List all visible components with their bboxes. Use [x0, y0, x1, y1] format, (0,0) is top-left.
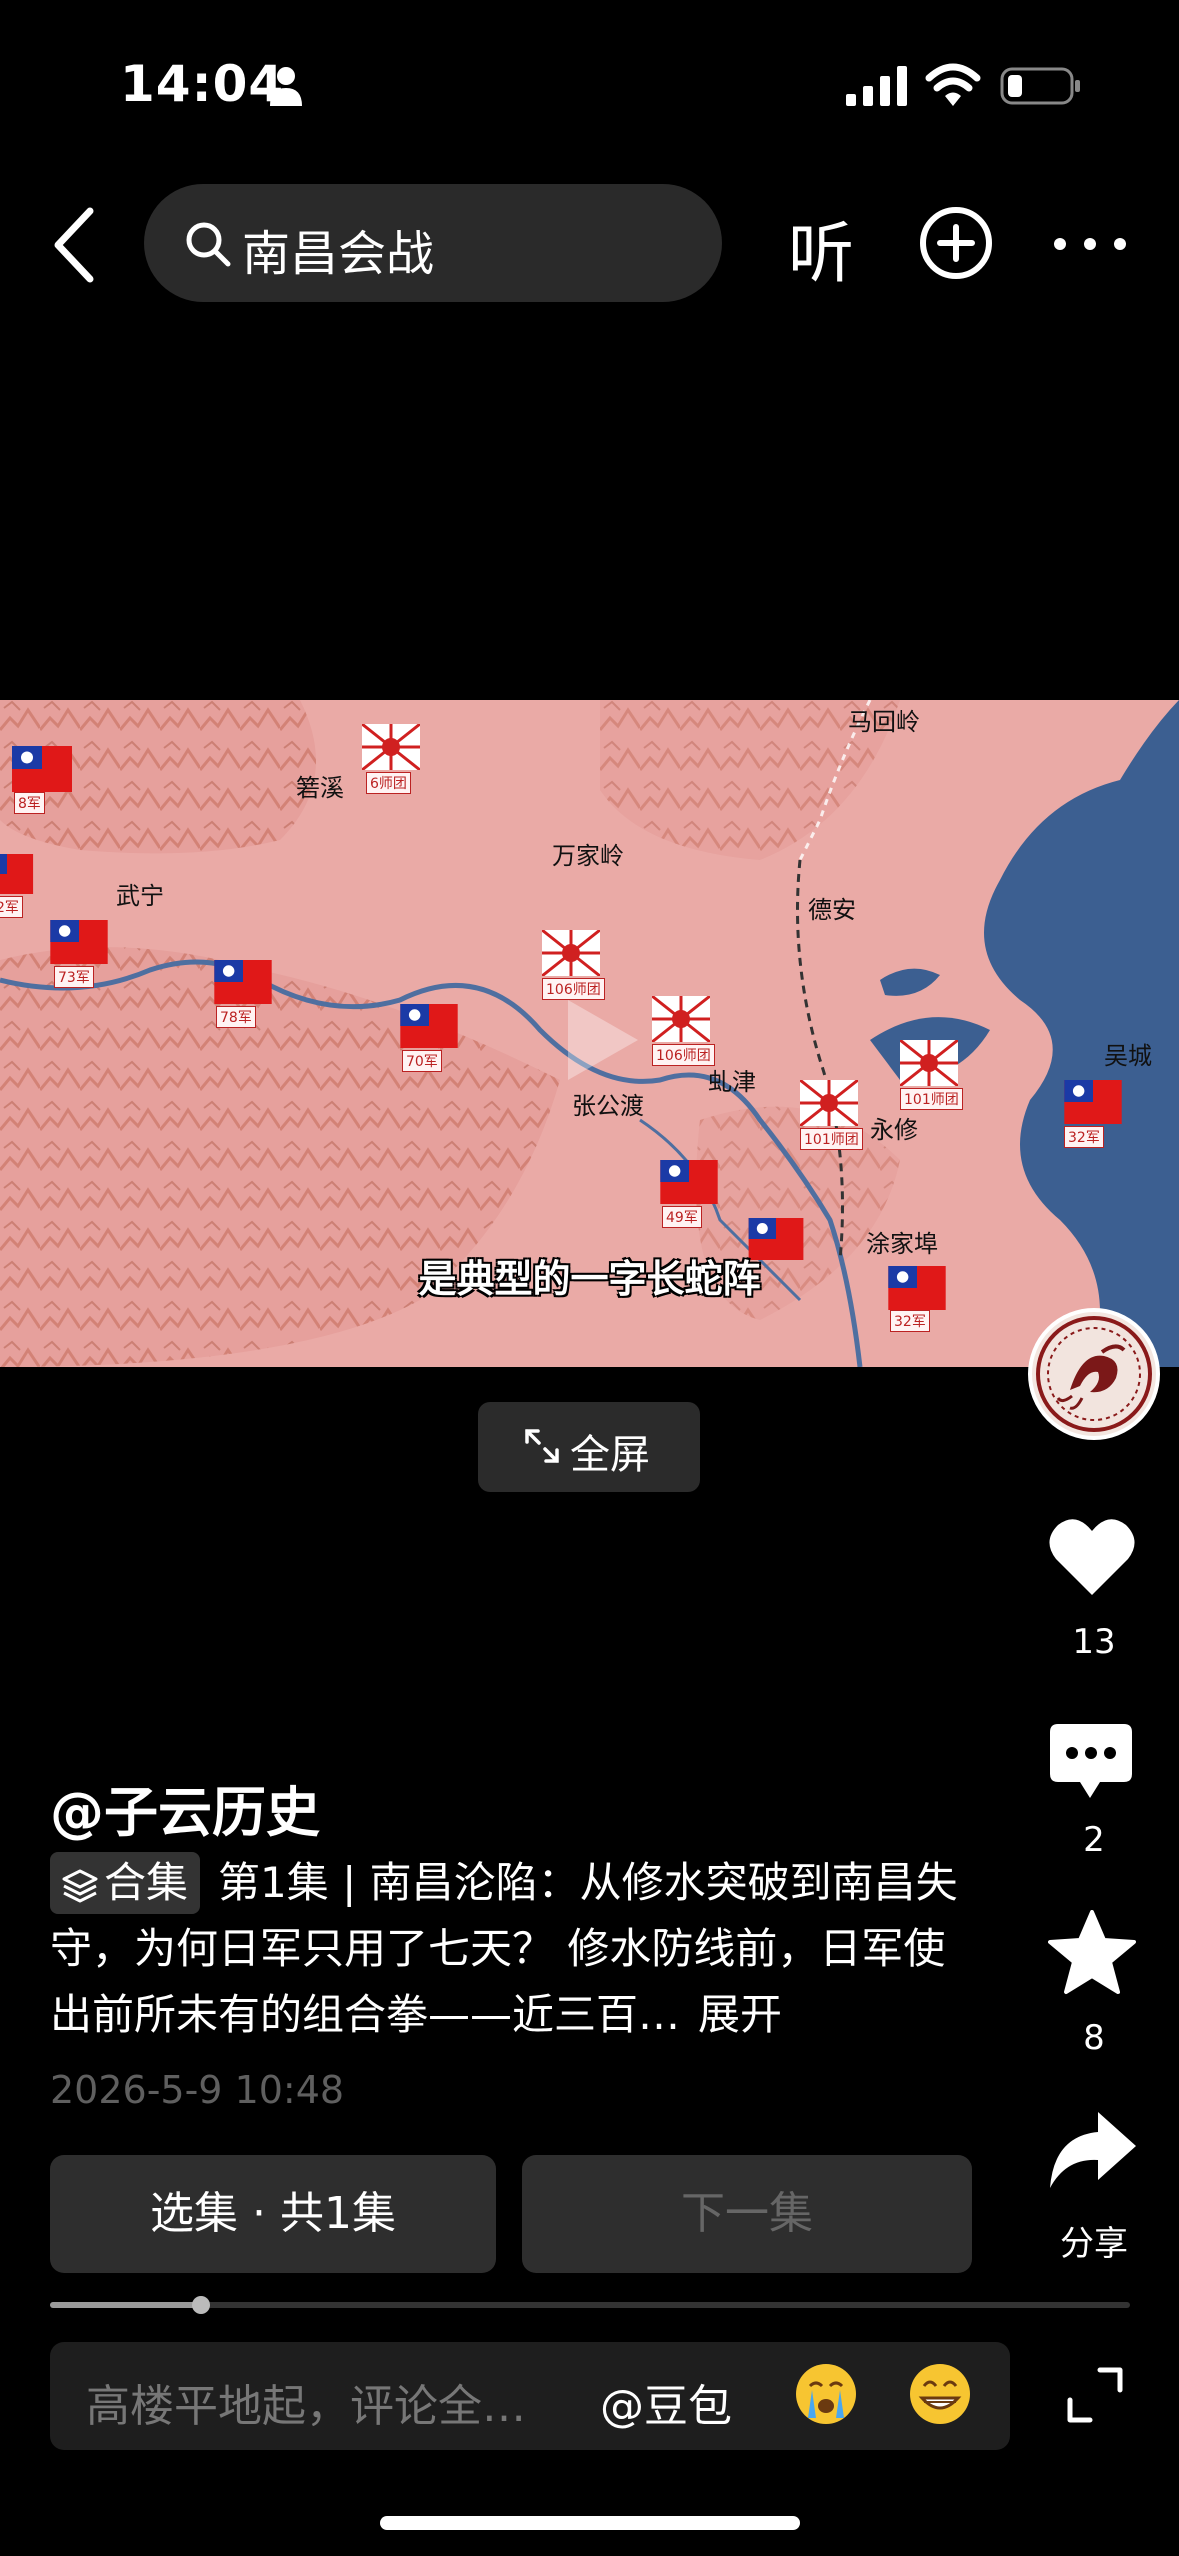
- playback-progress-fill: [50, 2302, 202, 2308]
- post-description[interactable]: 合集 第1集 | 南昌沦陷：从修水突破到南昌失守，为何日军只用了七天？ 修水防线前…: [50, 1850, 970, 2048]
- comment-input[interactable]: 高楼平地起，评论全… @豆包: [50, 2342, 1010, 2450]
- playback-progress-handle[interactable]: [192, 2296, 211, 2314]
- roc-flag-icon: [214, 960, 272, 1004]
- layers-icon: [62, 1869, 98, 1903]
- mention-doubao-button[interactable]: @豆包: [600, 2370, 732, 2434]
- share-label[interactable]: 分享: [1020, 2216, 1168, 2265]
- roc-flag-icon: [0, 854, 34, 894]
- author-avatar[interactable]: [1028, 1308, 1160, 1440]
- play-icon[interactable]: [548, 990, 648, 1090]
- unit-label: 78军: [216, 1006, 256, 1028]
- crying-emoji-icon[interactable]: [794, 2362, 858, 2426]
- playback-progress-bar[interactable]: [50, 2296, 1130, 2314]
- fullscreen-label: 全屏: [570, 1432, 650, 1478]
- phoenix-logo-icon: [1036, 1316, 1152, 1432]
- unit-label: 70军: [402, 1050, 442, 1072]
- grin-emoji-icon[interactable]: [908, 2362, 972, 2426]
- status-time: 14:04: [120, 55, 285, 113]
- unit-label: 2军: [0, 896, 23, 918]
- roc-flag-icon: [50, 920, 108, 964]
- next-episode-button[interactable]: 下一集: [522, 2155, 972, 2273]
- rising-sun-flag-icon: [652, 996, 710, 1042]
- like-count: 13: [1072, 1622, 1116, 1662]
- map-place-label: 马回岭: [848, 708, 920, 736]
- favorite-count: 8: [1083, 2018, 1105, 2058]
- map-place-label: 张公渡: [572, 1092, 644, 1120]
- unit-label: 32军: [890, 1310, 930, 1332]
- map-place-label: 永修: [870, 1116, 918, 1144]
- listen-button[interactable]: 听: [788, 200, 854, 296]
- roc-flag-icon: [1064, 1080, 1122, 1124]
- map-place-label: 箬溪: [296, 774, 344, 802]
- signal-icon: [846, 66, 907, 106]
- collection-label: 合集: [104, 1858, 189, 1907]
- roc-flag-icon: [12, 746, 72, 792]
- star-icon[interactable]: [1048, 1910, 1136, 1996]
- rising-sun-flag-icon: [900, 1040, 958, 1086]
- map-place-label: 万家岭: [552, 842, 624, 870]
- comment-placeholder: 高楼平地起，评论全…: [86, 2381, 526, 2432]
- map-place-label: 武宁: [116, 882, 164, 910]
- unit-label: 6师团: [366, 772, 411, 794]
- unit-label: 101师团: [900, 1088, 963, 1110]
- share-icon[interactable]: [1048, 2110, 1138, 2190]
- unit-label: 8军: [14, 792, 45, 814]
- post-date: 2026-5-9 10:48: [50, 2068, 345, 2112]
- comment-icon[interactable]: [1048, 1720, 1134, 1802]
- collection-badge[interactable]: 合集: [50, 1852, 201, 1914]
- unit-label: 101师团: [800, 1128, 863, 1150]
- fullscreen-icon: [525, 1429, 559, 1463]
- roc-flag-icon: [660, 1160, 718, 1204]
- expand-icon[interactable]: [1066, 2366, 1124, 2424]
- video-player[interactable]: 马回岭 箬溪 万家岭 武宁 德安 张公渡 虬津 永修 吴城 涂家埠 8军 6师团…: [0, 700, 1179, 1367]
- unit-label: 32军: [1064, 1126, 1104, 1148]
- fullscreen-button[interactable]: 全屏: [478, 1402, 700, 1492]
- unit-label: 106师团: [652, 1044, 715, 1066]
- search-icon: [186, 222, 231, 267]
- unit-label: 73军: [54, 966, 94, 988]
- map-place-label: 德安: [808, 896, 856, 924]
- heart-icon[interactable]: [1048, 1515, 1136, 1599]
- expand-link[interactable]: 展开: [698, 1990, 782, 2039]
- map-place-label: 虬津: [708, 1068, 756, 1096]
- rising-sun-flag-icon: [542, 930, 600, 976]
- home-indicator[interactable]: [380, 2516, 800, 2530]
- back-icon[interactable]: [50, 205, 100, 285]
- rising-sun-flag-icon: [800, 1080, 858, 1126]
- author-name[interactable]: @子云历史: [50, 1768, 320, 1847]
- comment-count: 2: [1083, 1820, 1105, 1860]
- person-icon: [270, 67, 302, 106]
- add-icon[interactable]: [918, 205, 994, 281]
- unit-label: 49军: [662, 1206, 702, 1228]
- select-episode-button[interactable]: 选集 · 共1集: [50, 2155, 496, 2273]
- roc-flag-icon: [400, 1004, 458, 1048]
- search-bar[interactable]: 南昌会战: [144, 184, 722, 302]
- battery-icon: [1000, 67, 1080, 105]
- wifi-icon: [925, 63, 981, 106]
- more-icon[interactable]: [1050, 232, 1130, 256]
- map-place-label: 吴城: [1104, 1042, 1152, 1070]
- video-subtitle: 是典型的一字长蛇阵: [418, 1257, 761, 1301]
- search-query: 南昌会战: [242, 226, 435, 282]
- rising-sun-flag-icon: [362, 724, 420, 770]
